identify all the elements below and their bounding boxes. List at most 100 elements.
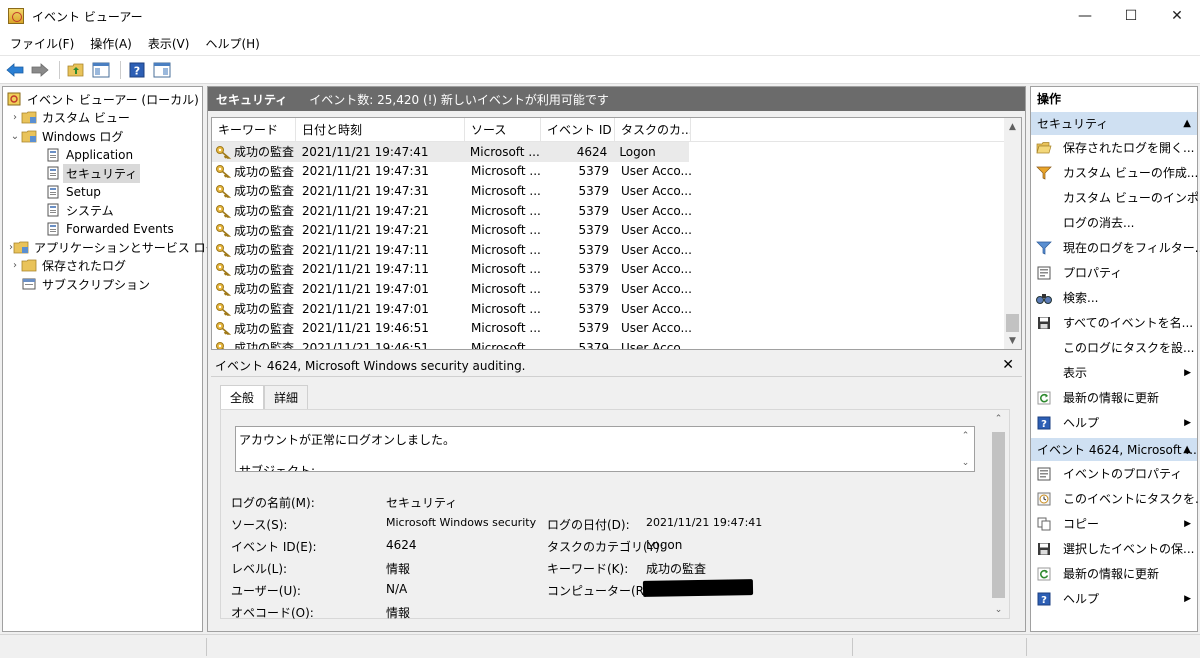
chevron-right-icon[interactable]: › <box>9 260 21 271</box>
tree-item-forwarded-events[interactable]: Forwarded Events <box>3 220 202 239</box>
table-row[interactable]: 成功の監査 2021/11/21 19:47:21 Microsoft ... 537… <box>212 201 1021 221</box>
scroll-up-icon[interactable]: ▲ <box>1004 118 1021 135</box>
action-save-selected-events[interactable]: 選択したイベントの保... <box>1031 536 1197 561</box>
table-row[interactable]: 成功の監査 2021/11/21 19:46:51 Microsoft ... 537… <box>212 318 1021 338</box>
task-clock-icon <box>1037 492 1051 505</box>
column-header-source[interactable]: ソース <box>465 118 541 142</box>
show-hide-action-pane-button[interactable] <box>151 59 173 81</box>
menu-file[interactable]: ファイル(F) <box>2 32 82 56</box>
event-list-scrollbar[interactable]: ▲ ▼ <box>1004 118 1021 349</box>
submenu-arrow-icon: ▶ <box>1184 593 1191 604</box>
action-help-event[interactable]: ? ヘルプ ▶ <box>1031 586 1197 611</box>
action-save-all-events[interactable]: すべてのイベントを名... <box>1031 310 1197 335</box>
action-event-properties[interactable]: イベントのプロパティ <box>1031 461 1197 486</box>
column-header-task-category[interactable]: タスクのカ... <box>615 118 691 142</box>
action-refresh[interactable]: 最新の情報に更新 <box>1031 385 1197 410</box>
scrollbar-thumb[interactable] <box>992 432 1005 598</box>
column-header-date-time[interactable]: 日付と時刻 <box>296 118 465 142</box>
column-header-keyword[interactable]: キーワード <box>212 118 296 142</box>
action-clear-log[interactable]: ログの消去... <box>1031 210 1197 235</box>
collapse-up-icon[interactable]: ▲ <box>1183 438 1191 461</box>
field-label-opcode: オペコード(O): <box>231 606 314 620</box>
action-label: 最新の情報に更新 <box>1063 567 1160 581</box>
event-list[interactable]: キーワード 日付と時刻 ソース イベント ID タスクのカ... 成功の監査 20… <box>211 117 1022 350</box>
table-row[interactable]: 成功の監査 2021/11/21 19:47:31 Microsoft ... 537… <box>212 181 1021 201</box>
action-find[interactable]: 検索... <box>1031 285 1197 310</box>
action-view[interactable]: 表示 ▶ <box>1031 360 1197 385</box>
chevron-down-icon[interactable]: ⌄ <box>9 131 21 142</box>
action-refresh-event[interactable]: 最新の情報に更新 <box>1031 561 1197 586</box>
action-attach-task-to-log[interactable]: このログにタスクを設... <box>1031 335 1197 360</box>
tree-item-security[interactable]: セキュリティ <box>3 163 202 183</box>
cell-source: Microsoft ... <box>471 164 541 179</box>
action-copy[interactable]: コピー ▶ <box>1031 511 1197 536</box>
table-row[interactable]: 成功の監査 2021/11/21 19:47:11 Microsoft ... 537… <box>212 240 1021 260</box>
scroll-up-icon[interactable]: ⌃ <box>957 427 974 444</box>
chevron-right-icon[interactable]: › <box>9 112 21 123</box>
maximize-button[interactable]: ☐ <box>1108 0 1154 32</box>
scrollbar-thumb[interactable] <box>1006 314 1019 332</box>
cell-event-id: 5379 <box>578 281 609 296</box>
detail-scrollbar[interactable]: ⌃ ⌄ <box>990 410 1007 618</box>
table-row[interactable]: 成功の監査 2021/11/21 19:47:01 Microsoft ... 537… <box>212 279 1021 299</box>
action-icon-slot <box>1035 240 1053 256</box>
tree-item-custom-views[interactable]: › カスタム ビュー <box>3 109 202 128</box>
tab-details[interactable]: 詳細 <box>264 385 309 409</box>
event-rows: 成功の監査 2021/11/21 19:47:41 Microsoft ... 462… <box>212 142 1021 349</box>
collapse-up-icon[interactable]: ▲ <box>1183 112 1191 135</box>
cell-date-time: 2021/11/21 19:47:01 <box>302 281 429 296</box>
minimize-button[interactable]: — <box>1062 0 1108 32</box>
console-tree: イベント ビューアー (ローカル) › カスタム ビュー ⌄ Windows ロ… <box>3 87 218 294</box>
show-hide-tree-button[interactable] <box>90 59 112 81</box>
scroll-down-icon[interactable]: ⌄ <box>990 601 1007 618</box>
event-description[interactable]: アカウントが正常にログオンしました。 サブジェクト: ⌃ ⌄ <box>235 426 975 472</box>
forward-button[interactable] <box>29 59 51 81</box>
back-button[interactable] <box>4 59 26 81</box>
tree-label: システム <box>66 203 114 218</box>
tree-item-app-service-logs[interactable]: › アプリケーションとサービス ログ <box>3 238 218 257</box>
action-filter-current-log[interactable]: 現在のログをフィルター... <box>1031 235 1200 260</box>
table-row[interactable]: 成功の監査 2021/11/21 19:47:41 Microsoft ... 462… <box>212 142 689 162</box>
table-row[interactable]: 成功の監査 2021/11/21 19:47:21 Microsoft ... 537… <box>212 220 1021 240</box>
action-help[interactable]: ? ヘルプ ▶ <box>1031 410 1197 435</box>
tree-item-system[interactable]: システム <box>3 201 202 220</box>
tree-label: セキュリティ <box>63 163 141 183</box>
menu-view[interactable]: 表示(V) <box>140 32 198 56</box>
table-row[interactable]: 成功の監査 2021/11/21 19:47:01 Microsoft ... 537… <box>212 299 1021 319</box>
cell-keyword-text: 成功の監査 <box>234 243 295 258</box>
action-properties[interactable]: プロパティ <box>1031 260 1197 285</box>
table-row[interactable]: 成功の監査 2021/11/21 19:47:31 Microsoft ... 537… <box>212 162 1021 182</box>
redaction-mark <box>642 579 754 597</box>
tree-item-windows-logs[interactable]: ⌄ Windows ログ <box>3 127 202 146</box>
tree-item-saved-logs[interactable]: › 保存されたログ <box>3 257 202 276</box>
close-button[interactable]: ✕ <box>1154 0 1200 32</box>
close-detail-icon[interactable]: ✕ <box>1002 357 1014 373</box>
cell-event-id: 5379 <box>578 223 609 238</box>
action-open-saved-log[interactable]: 保存されたログを開く... <box>1031 135 1197 160</box>
tab-general[interactable]: 全般 <box>220 385 265 409</box>
table-row[interactable]: 成功の監査 2021/11/21 19:46:51 Microsoft ... 537… <box>212 338 1021 349</box>
cell-keyword: 成功の監査 <box>212 280 296 297</box>
tree-item-application[interactable]: Application <box>3 146 202 165</box>
scroll-up-icon[interactable]: ⌃ <box>990 410 1007 427</box>
tree-item-root[interactable]: イベント ビューアー (ローカル) <box>3 90 202 109</box>
tree-item-subscriptions[interactable]: サブスクリプション <box>3 275 202 294</box>
tree-label: Setup <box>66 184 101 199</box>
tree-item-setup[interactable]: Setup <box>3 183 202 202</box>
menu-action[interactable]: 操作(A) <box>82 32 140 56</box>
help-button[interactable]: ? <box>126 59 148 81</box>
field-label-event-id: イベント ID(E): <box>231 540 317 554</box>
column-header-event-id[interactable]: イベント ID <box>541 118 615 142</box>
action-import-custom-view[interactable]: カスタム ビューのインポ... <box>1031 185 1200 210</box>
actions-section-event[interactable]: イベント 4624, Microsoft ... ▲ <box>1031 437 1197 461</box>
scroll-down-icon[interactable]: ▼ <box>1004 332 1021 349</box>
actions-section-security[interactable]: セキュリティ ▲ <box>1031 111 1197 135</box>
action-attach-task-to-event[interactable]: このイベントにタスクを... <box>1031 486 1200 511</box>
scroll-down-icon[interactable]: ⌄ <box>957 454 974 471</box>
up-folder-button[interactable] <box>65 59 87 81</box>
cell-task-category: User Acco... <box>621 301 691 316</box>
menu-help[interactable]: ヘルプ(H) <box>197 32 267 56</box>
description-scrollbar[interactable]: ⌃ ⌄ <box>957 427 974 471</box>
table-row[interactable]: 成功の監査 2021/11/21 19:47:11 Microsoft ... 537… <box>212 260 1021 280</box>
action-create-custom-view[interactable]: カスタム ビューの作成... <box>1031 160 1198 185</box>
